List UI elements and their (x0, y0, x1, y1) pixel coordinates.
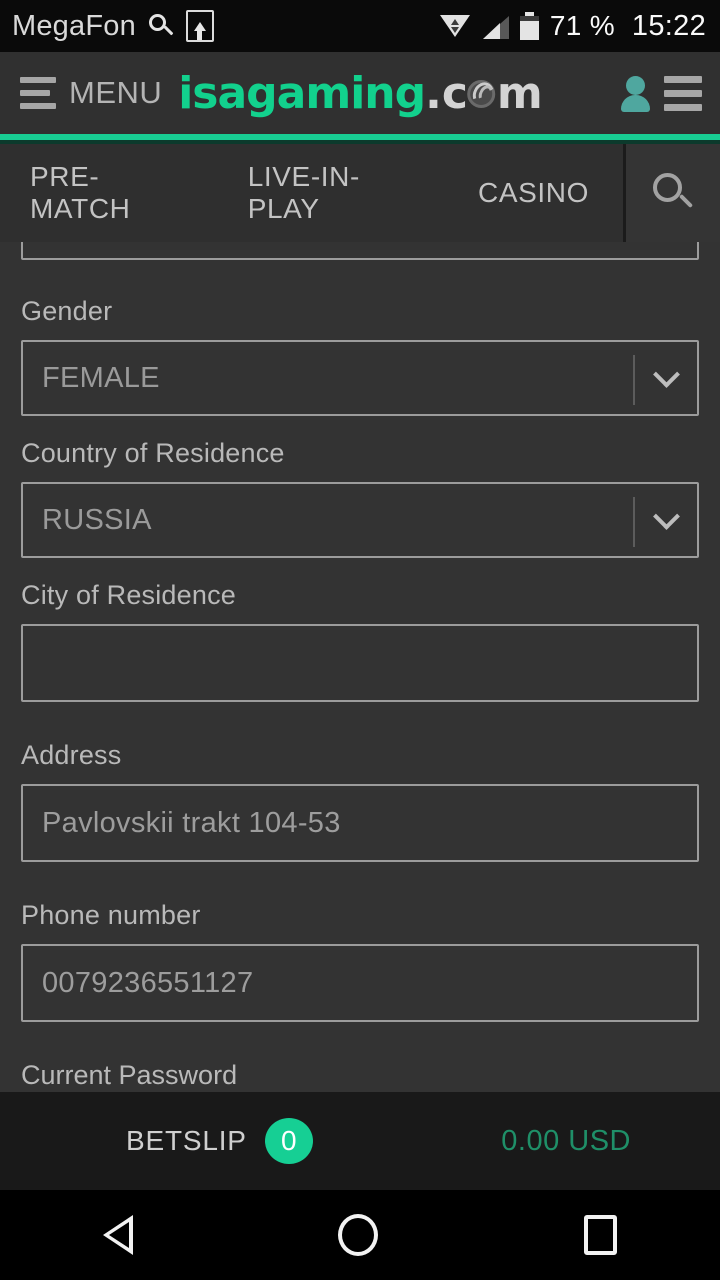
logo-main-text: isagaming (178, 67, 426, 119)
field-phone-number: Phone number 0079236551127 (0, 900, 720, 1022)
field-gender: Gender FEMALE (0, 296, 720, 416)
recent-apps-icon[interactable] (584, 1215, 618, 1255)
hamburger-icon (20, 77, 56, 109)
site-header: MENU isagaming . c m (0, 52, 720, 134)
chevron-down-icon (655, 507, 677, 529)
search-icon (148, 13, 174, 39)
site-logo[interactable]: isagaming . c m (178, 67, 543, 119)
betslip-count-badge: 0 (264, 1118, 313, 1164)
city-label: City of Residence (21, 580, 236, 610)
android-status-bar: MegaFon 71 % 15:22 (0, 0, 720, 52)
gender-select[interactable]: FEMALE (21, 340, 699, 416)
android-nav-bar (0, 1190, 720, 1280)
wifi-icon (439, 13, 470, 39)
search-icon (651, 171, 695, 215)
logo-m: m (496, 67, 543, 119)
current-password-label: Current Password (21, 1060, 238, 1090)
status-bar-right: 71 % 15:22 (439, 9, 706, 43)
battery-icon (519, 12, 539, 40)
status-bar-left: MegaFon (12, 10, 440, 43)
cell-signal-icon (481, 13, 509, 39)
field-country-of-residence: Country of Residence RUSSIA (0, 438, 720, 558)
tab-live-in-play[interactable]: LIVE-IN-PLAY (214, 144, 444, 242)
country-select[interactable]: RUSSIA (21, 482, 699, 558)
header-actions (620, 74, 720, 112)
betslip-bar[interactable]: BETSLIP 0 0.00 USD (0, 1092, 720, 1190)
betslip-left: BETSLIP 0 (126, 1118, 313, 1164)
back-icon[interactable] (102, 1215, 133, 1255)
betslip-amount: 0.00 USD (501, 1124, 631, 1157)
home-icon[interactable] (338, 1214, 379, 1256)
betslip-label: BETSLIP (126, 1125, 247, 1156)
nav-tabs: PRE-MATCH LIVE-IN-PLAY CASINO (0, 144, 623, 242)
tab-casino[interactable]: CASINO (444, 144, 623, 242)
logo-c: c (441, 67, 468, 119)
user-account-icon[interactable] (620, 74, 650, 112)
chevron-down-icon (655, 365, 677, 387)
city-input[interactable] (21, 624, 699, 702)
gender-label: Gender (21, 296, 113, 326)
country-label: Country of Residence (21, 438, 285, 468)
battery-percent: 71 % (549, 10, 615, 41)
phone-label: Phone number (21, 900, 201, 930)
address-label: Address (21, 740, 122, 770)
hamburger-icon[interactable] (664, 75, 702, 111)
logo-swirl-icon (465, 78, 499, 112)
select-separator (633, 355, 635, 405)
country-value: RUSSIA (42, 503, 152, 536)
field-address: Address Pavlovskii trakt 104-53 (0, 740, 720, 862)
field-city-of-residence: City of Residence (0, 580, 720, 702)
tab-pre-match[interactable]: PRE-MATCH (0, 144, 214, 242)
form-fields: Gender FEMALE Country of Residence RUSSI… (0, 296, 720, 1091)
upload-arrow-icon (185, 10, 214, 42)
search-button[interactable] (623, 144, 720, 242)
menu-label: MENU (69, 75, 163, 110)
profile-form: Gender FEMALE Country of Residence RUSSI… (0, 242, 720, 1092)
nav-tab-bar: PRE-MATCH LIVE-IN-PLAY CASINO (0, 144, 720, 242)
address-input[interactable]: Pavlovskii trakt 104-53 (21, 784, 699, 862)
app-screen: MegaFon 71 % 15:22 MENU isagaming . c m … (0, 0, 720, 1280)
clock: 15:22 (631, 9, 706, 42)
select-separator (633, 497, 635, 547)
logo-dot: . (425, 67, 442, 119)
previous-field-partial[interactable] (21, 242, 699, 260)
gender-value: FEMALE (42, 361, 160, 394)
carrier-name: MegaFon (12, 9, 136, 42)
address-value: Pavlovskii trakt 104-53 (42, 806, 341, 839)
menu-button[interactable]: MENU (0, 75, 162, 111)
phone-input[interactable]: 0079236551127 (21, 944, 699, 1022)
phone-value: 0079236551127 (42, 966, 254, 999)
